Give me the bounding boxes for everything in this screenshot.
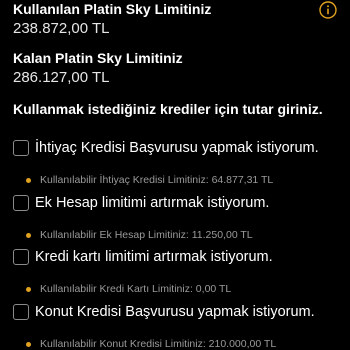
available-limit-row: Kullanılabilir İhtiyaç Kredisi Limitiniz… [13,172,343,188]
bullet-icon [26,341,31,347]
bullet-icon [26,232,31,238]
option-credit-card: Kredi kartı limitimi artırmak istiyorum.… [13,247,343,297]
available-limit-text: Kullanılabilir İhtiyaç Kredisi Limitiniz… [40,174,274,186]
available-limit-row: Kullanılabilir Konut Kredisi Limitiniz: … [13,336,343,350]
personal-loan-checkbox[interactable] [13,140,29,156]
used-limit-title: Kullanılan Platin Sky Limitiniz [13,1,212,17]
option-label[interactable]: Konut Kredisi Başvurusu yapmak istiyorum… [35,304,315,320]
available-limit-text: Kullanılabilir Konut Kredisi Limitiniz: … [40,338,277,350]
option-row[interactable]: Kredi kartı limitimi artırmak istiyorum. [13,247,343,267]
available-limit-text: Kullanılabilir Ek Hesap Limitiniz: 11.25… [40,229,253,241]
option-label[interactable]: Kredi kartı limitimi artırmak istiyorum. [35,249,273,265]
remaining-limit-title: Kalan Platin Sky Limitiniz [13,50,183,66]
option-personal-loan: İhtiyaç Kredisi Başvurusu yapmak istiyor… [13,138,343,188]
info-icon[interactable] [319,1,337,19]
available-limit-text: Kullanılabilir Kredi Kartı Limitiniz: 0,… [40,283,232,295]
option-label[interactable]: İhtiyaç Kredisi Başvurusu yapmak istiyor… [35,140,319,156]
credit-limits-screen: Kullanılan Platin Sky Limitiniz 238.872,… [0,0,350,350]
option-mortgage: Konut Kredisi Başvurusu yapmak istiyorum… [13,302,343,350]
mortgage-checkbox[interactable] [13,304,29,320]
available-limit-row: Kullanılabilir Ek Hesap Limitiniz: 11.25… [13,227,343,243]
section-heading: Kullanmak istediğiniz krediler için tuta… [13,101,323,117]
bullet-icon [26,286,31,292]
option-label[interactable]: Ek Hesap limitimi artırmak istiyorum. [35,195,269,211]
remaining-limit-block: Kalan Platin Sky Limitiniz 286.127,00 TL [13,49,183,88]
credit-card-checkbox[interactable] [13,249,29,265]
available-limit-row: Kullanılabilir Kredi Kartı Limitiniz: 0,… [13,281,343,297]
option-row[interactable]: Ek Hesap limitimi artırmak istiyorum. [13,193,343,213]
option-row[interactable]: Konut Kredisi Başvurusu yapmak istiyorum… [13,302,343,322]
option-overdraft: Ek Hesap limitimi artırmak istiyorum. Ku… [13,193,343,243]
option-row[interactable]: İhtiyaç Kredisi Başvurusu yapmak istiyor… [13,138,343,158]
used-limit-value: 238.872,00 TL [13,20,110,37]
overdraft-checkbox[interactable] [13,195,29,211]
used-limit-block: Kullanılan Platin Sky Limitiniz 238.872,… [13,0,211,39]
remaining-limit-value: 286.127,00 TL [13,69,110,86]
bullet-icon [26,177,31,183]
